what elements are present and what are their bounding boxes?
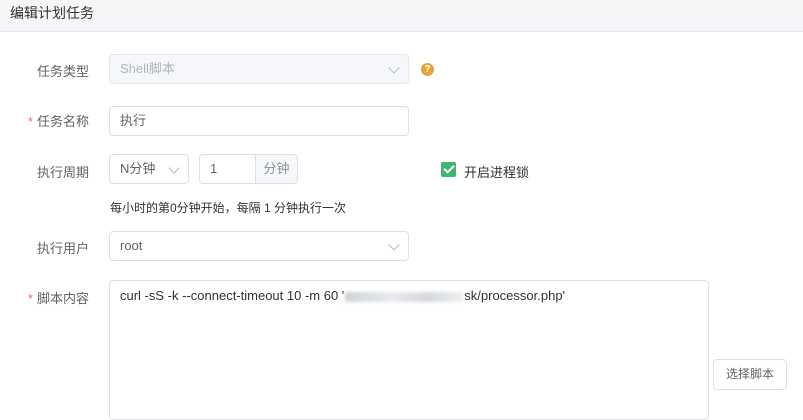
task-type-label: 任务类型 xyxy=(36,64,89,79)
period-label: 执行周期 xyxy=(36,165,89,180)
period-type-value: N分钟 xyxy=(120,161,156,176)
dialog-header: 编辑计划任务 xyxy=(0,0,803,32)
chevron-down-icon xyxy=(168,162,180,174)
task-name-value: 执行 xyxy=(120,113,147,128)
task-type-value: Shell脚本 xyxy=(120,61,175,76)
user-value: root xyxy=(120,238,143,253)
dialog-title: 编辑计划任务 xyxy=(10,5,94,21)
script-text-start: curl -sS -k --connect-timeout 10 -m 60 ' xyxy=(120,288,345,303)
task-name-label: * 任务名称 xyxy=(27,114,89,129)
user-select[interactable]: root xyxy=(109,231,409,261)
question-circle-icon[interactable]: ? xyxy=(421,63,434,76)
process-lock-label[interactable]: 开启进程锁 xyxy=(464,162,529,181)
process-lock-checkbox[interactable] xyxy=(441,162,456,177)
task-type-select[interactable]: Shell脚本 xyxy=(109,54,409,84)
choose-script-button[interactable]: 选择脚本 xyxy=(713,359,787,390)
chevron-down-icon xyxy=(388,239,400,251)
period-hint-text: 每小时的第0分钟开始，每隔 1 分钟执行一次 xyxy=(110,201,347,215)
user-label: 执行用户 xyxy=(36,241,89,256)
task-name-input[interactable]: 执行 xyxy=(109,106,409,136)
script-text-end: sk/processor.php' xyxy=(464,288,566,303)
chevron-down-icon xyxy=(388,62,400,74)
period-type-select[interactable]: N分钟 xyxy=(109,154,189,184)
required-mark: * xyxy=(27,114,33,129)
minute-number-input[interactable]: 1 xyxy=(199,154,256,184)
script-content-textarea[interactable]: curl -sS -k --connect-timeout 10 -m 60 '… xyxy=(109,280,709,420)
required-mark: * xyxy=(27,291,33,306)
script-label: * 脚本内容 xyxy=(27,291,89,306)
minute-unit-label: 分钟 xyxy=(255,154,298,184)
redacted-url xyxy=(345,291,464,302)
